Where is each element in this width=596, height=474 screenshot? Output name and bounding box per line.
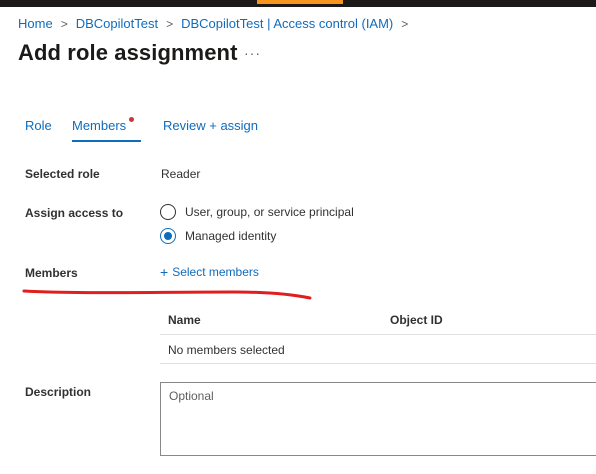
breadcrumb-iam-link[interactable]: DBCopilotTest | Access control (IAM) <box>181 16 393 31</box>
more-options-button[interactable]: ··· <box>244 45 261 61</box>
radio-managed-identity-label: Managed identity <box>185 229 277 243</box>
column-header-object-id: Object ID <box>390 313 443 327</box>
breadcrumb-home-link[interactable]: Home <box>18 16 53 31</box>
tab-active-underline <box>72 140 141 142</box>
radio-managed-identity[interactable]: Managed identity <box>160 228 276 244</box>
tab-review-assign[interactable]: Review + assign <box>163 118 258 133</box>
chevron-right-icon: > <box>401 16 409 31</box>
breadcrumb: Home > DBCopilotTest > DBCopilotTest | A… <box>18 16 416 31</box>
table-row: No members selected <box>160 335 596 364</box>
select-members-label: Select members <box>172 265 259 279</box>
page-title: Add role assignment <box>18 40 238 65</box>
description-textarea[interactable]: Optional <box>160 382 596 456</box>
tab-role[interactable]: Role <box>25 118 52 133</box>
plus-icon: + <box>160 264 169 280</box>
description-label: Description <box>25 385 92 399</box>
top-bar-accent <box>257 0 343 4</box>
selected-role-value: Reader <box>161 167 201 181</box>
chevron-right-icon: > <box>60 16 68 31</box>
assign-access-label: Assign access to <box>25 206 124 220</box>
radio-user-group-principal[interactable]: User, group, or service principal <box>160 204 354 220</box>
tab-members[interactable]: Members <box>72 118 126 133</box>
table-header: Name Object ID <box>160 305 596 335</box>
radio-user-group-principal-label: User, group, or service principal <box>185 205 354 219</box>
radio-unchecked-icon[interactable] <box>160 204 176 220</box>
page: Home > DBCopilotTest > DBCopilotTest | A… <box>0 0 596 474</box>
top-bar <box>0 0 596 7</box>
radio-checked-icon[interactable] <box>160 228 176 244</box>
empty-members-text: No members selected <box>168 343 285 357</box>
tab-members-indicator <box>129 117 134 122</box>
select-members-link[interactable]: + Select members <box>160 265 259 279</box>
members-table: Name Object ID No members selected <box>160 305 596 364</box>
description-placeholder: Optional <box>169 389 214 403</box>
chevron-right-icon: > <box>166 16 174 31</box>
members-label: Members <box>25 266 78 280</box>
breadcrumb-resource-link[interactable]: DBCopilotTest <box>76 16 158 31</box>
selected-role-label: Selected role <box>25 167 100 181</box>
column-header-name: Name <box>168 313 201 327</box>
